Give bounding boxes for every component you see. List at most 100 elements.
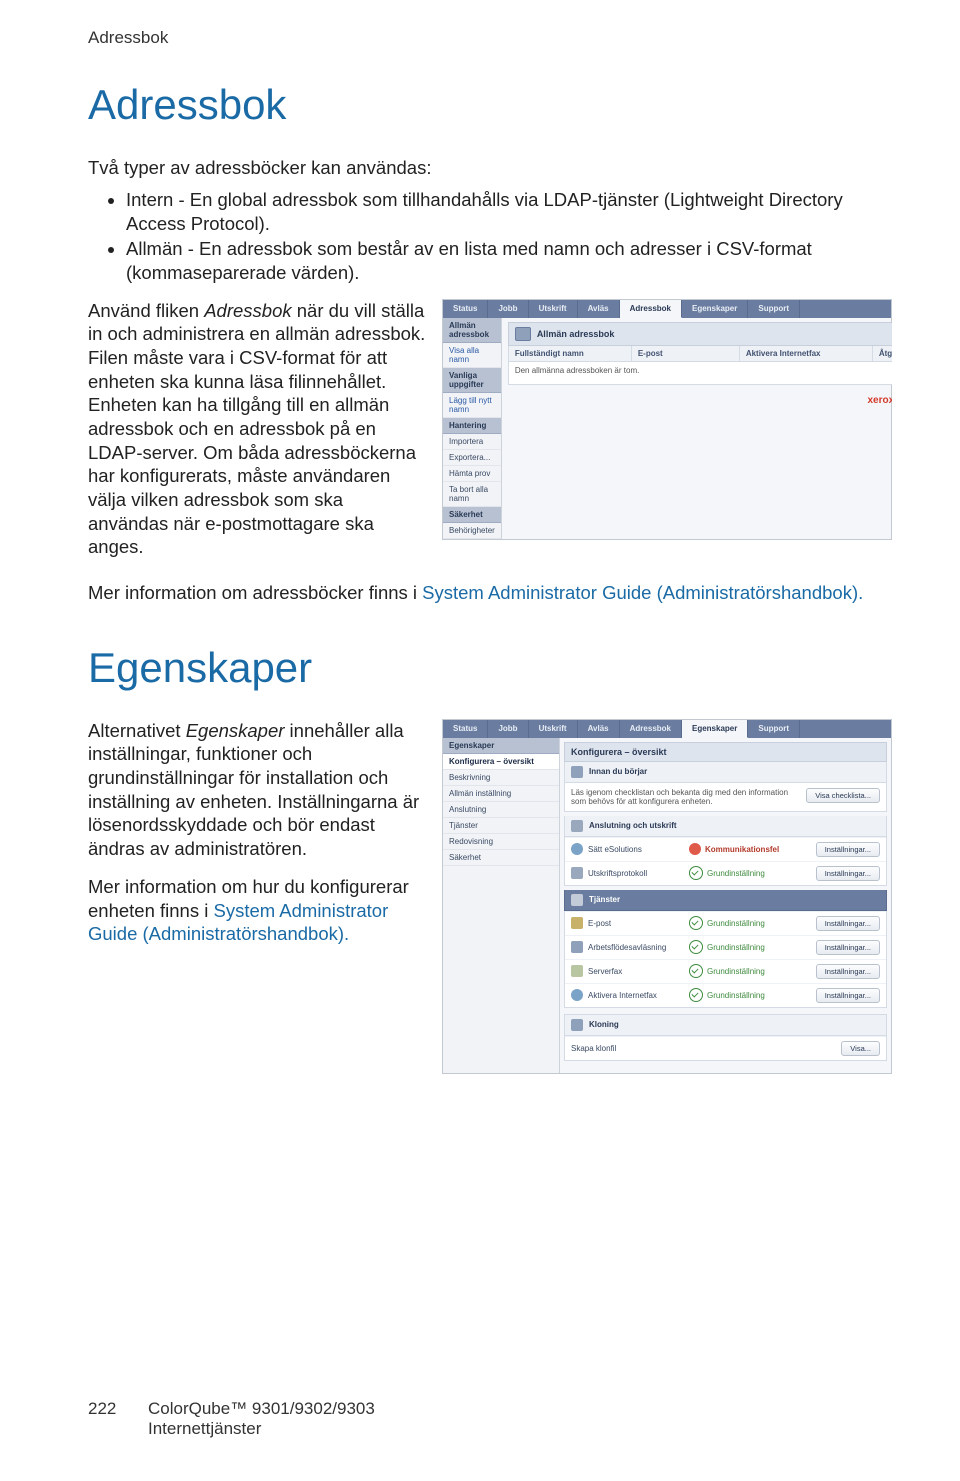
row-status: Grundinställning (707, 943, 765, 952)
panel-title: Konfigurera – översikt (564, 742, 887, 762)
xerox-logo: xerox (867, 395, 892, 407)
sidebar-header: Vanliga uppgifter (443, 368, 501, 393)
page-footer: 222 ColorQube™ 9301/9302/9303 Internettj… (88, 1399, 375, 1439)
wrap-italic: Adressbok (204, 300, 291, 321)
sidebar-item[interactable]: Importera (443, 434, 501, 450)
warn-icon (689, 843, 701, 855)
globe-icon (571, 989, 583, 1001)
tab-status[interactable]: Status (443, 300, 488, 318)
footer-section: Internettjänster (148, 1419, 375, 1439)
panel-title: Allmän adressbok (508, 322, 892, 346)
sidebar-item[interactable]: Hämta prov (443, 466, 501, 482)
row-label: Serverfax (588, 967, 622, 976)
table-header: Fullständigt namn E-post Aktivera Intern… (508, 346, 892, 362)
sidebar-item[interactable]: Visa alla namn (443, 343, 501, 368)
row-status: Grundinställning (707, 869, 765, 878)
services-icon (571, 894, 583, 906)
screenshot-adressbok: Status Jobb Utskrift Avläs Adressbok Ege… (442, 299, 892, 540)
clone-icon (571, 1019, 583, 1031)
admin-guide-link[interactable]: System Administrator Guide (Administratö… (422, 582, 863, 603)
row-label: Arbetsflödesavläsning (588, 943, 666, 952)
tab-avlas[interactable]: Avläs (578, 720, 620, 738)
row-label: Skapa klonfil (571, 1044, 616, 1053)
tab-status[interactable]: Status (443, 720, 488, 738)
row-label: Sätt eSolutions (588, 845, 642, 854)
check-icon (689, 964, 703, 978)
view-button[interactable]: Visa... (841, 1041, 880, 1056)
sidebar-item[interactable]: Allmän inställning (443, 786, 559, 802)
table-empty-row: Den allmänna adressboken är tom. (508, 362, 892, 385)
egenskaper-sidebar: Egenskaper Konfigurera – översikt Beskri… (443, 738, 560, 1073)
row-status: Grundinställning (707, 991, 765, 1000)
tab-jobb[interactable]: Jobb (488, 300, 528, 318)
sidebar-item[interactable]: Redovisning (443, 834, 559, 850)
sidebar-item[interactable]: Lägg till nytt namn (443, 393, 501, 418)
heading-adressbok: Adressbok (88, 82, 892, 128)
sidebar-item[interactable]: Säkerhet (443, 850, 559, 866)
col-actions: Åtgärder (873, 346, 892, 361)
sidebar-item[interactable]: Anslutning (443, 802, 559, 818)
heading-egenskaper: Egenskaper (88, 645, 892, 691)
tab-avlas[interactable]: Avläs (578, 300, 620, 318)
bullet-item: Intern - En global adressbok som tillhan… (126, 188, 892, 235)
sidebar-item[interactable]: Konfigurera – översikt (443, 754, 559, 770)
sidebar-header: Egenskaper (443, 738, 559, 754)
footer-product: ColorQube™ 9301/9302/9303 (148, 1399, 375, 1419)
tab-jobb[interactable]: Jobb (488, 720, 528, 738)
tab-support[interactable]: Support (748, 300, 800, 318)
wrap-text: när du vill ställa in och administrera e… (88, 300, 425, 558)
xerox-logo-text: xerox (867, 395, 892, 406)
row-status: Kommunikationsfel (705, 845, 779, 854)
row-label: E-post (588, 919, 611, 928)
settings-button[interactable]: Inställningar... (816, 916, 880, 931)
settings-button[interactable]: Inställningar... (816, 940, 880, 955)
page-number: 222 (88, 1399, 128, 1439)
printer-icon (571, 867, 583, 879)
check-icon (689, 866, 703, 880)
more-info-2: Mer information om hur du konfigurerar e… (88, 875, 468, 946)
running-head: Adressbok (88, 28, 892, 48)
tab-utskrift[interactable]: Utskrift (529, 300, 578, 318)
settings-button[interactable]: Inställningar... (816, 964, 880, 979)
col-email: E-post (632, 346, 740, 361)
intro-bullets: Intern - En global adressbok som tillhan… (88, 188, 892, 285)
screenshot-egenskaper: Status Jobb Utskrift Avläs Adressbok Ege… (442, 719, 892, 1074)
settings-button[interactable]: Inställningar... (816, 988, 880, 1003)
tab-utskrift[interactable]: Utskrift (529, 720, 578, 738)
tab-egenskaper[interactable]: Egenskaper (682, 300, 748, 318)
sidebar-item[interactable]: Ta bort alla namn (443, 482, 501, 507)
row-status: Grundinställning (707, 919, 765, 928)
tabs-bar: Status Jobb Utskrift Avläs Adressbok Ege… (443, 300, 891, 318)
tab-support[interactable]: Support (748, 720, 800, 738)
col-ifax: Aktivera Internetfax (740, 346, 873, 361)
settings-button[interactable]: Inställningar... (816, 866, 880, 881)
intro-paragraph: Två typer av adressböcker kan användas: (88, 156, 892, 180)
wrap-text: Använd fliken (88, 300, 204, 321)
checklist-button[interactable]: Visa checklista... (806, 788, 880, 803)
sidebar-item[interactable]: Exportera... (443, 450, 501, 466)
check-icon (689, 916, 703, 930)
row-label: Utskriftsprotokoll (588, 869, 647, 878)
printer-icon (571, 820, 583, 832)
mail-icon (571, 917, 583, 929)
info-icon (571, 766, 583, 778)
sidebar-header: Säkerhet (443, 507, 501, 523)
tab-egenskaper[interactable]: Egenskaper (682, 720, 748, 738)
tabs-bar: Status Jobb Utskrift Avläs Adressbok Ege… (443, 720, 891, 738)
services-bar-text: Tjänster (589, 895, 620, 904)
eg-text: Alternativet (88, 720, 186, 741)
sidebar-header: Allmän adressbok (443, 318, 501, 343)
adressbok-sidebar: Allmän adressbok Visa alla namn Vanliga … (443, 318, 502, 539)
sidebar-item[interactable]: Behörigheter (443, 523, 501, 539)
services-bar: Tjänster (564, 890, 887, 911)
tab-adressbok[interactable]: Adressbok (620, 720, 682, 738)
block-header: Innan du börjar (565, 762, 886, 783)
sidebar-item[interactable]: Tjänster (443, 818, 559, 834)
settings-button[interactable]: Inställningar... (816, 842, 880, 857)
more-info-1: Mer information om adressböcker finns i … (88, 581, 892, 605)
row-label: Aktivera Internetfax (588, 991, 657, 1000)
tab-adressbok[interactable]: Adressbok (620, 300, 682, 318)
block-desc: Läs igenom checklistan och bekanta dig m… (571, 788, 798, 806)
sidebar-item[interactable]: Beskrivning (443, 770, 559, 786)
sidebar-header: Hantering (443, 418, 501, 434)
